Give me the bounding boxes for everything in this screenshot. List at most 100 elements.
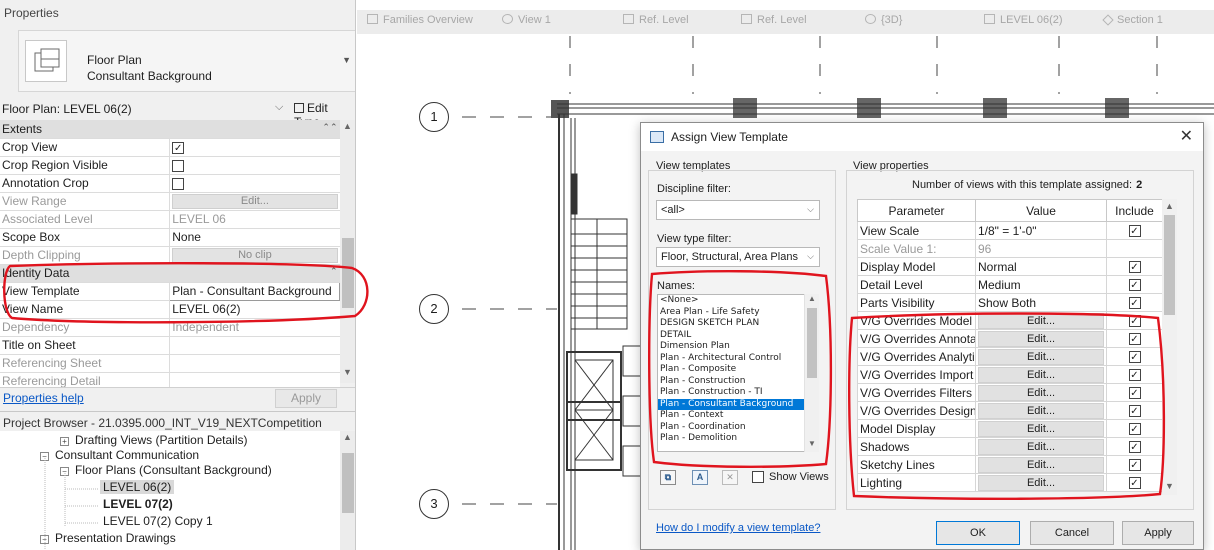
names-listbox[interactable]: <None> Area Plan - Life Safety DESIGN SKET… xyxy=(657,294,819,452)
names-list-item[interactable]: DETAIL xyxy=(658,330,818,342)
grid-bubble-1[interactable]: 1 xyxy=(419,102,449,132)
scroll-thumb[interactable] xyxy=(342,238,354,308)
scroll-up-icon[interactable]: ▲ xyxy=(343,121,352,131)
title-on-sheet-value[interactable] xyxy=(169,336,340,355)
view-property-row[interactable]: V/G Overrides Model Edit... ✓ xyxy=(857,311,1163,330)
edit-button[interactable]: Edit... xyxy=(978,420,1104,437)
edit-button[interactable]: Edit... xyxy=(978,456,1104,473)
include-checkbox[interactable]: ✓ xyxy=(1128,315,1141,328)
names-list-item[interactable]: DESIGN SKETCH PLAN xyxy=(658,318,818,330)
view-property-row[interactable]: View Scale 1/8" = 1'-0" ✓ xyxy=(857,221,1163,240)
group-extents[interactable]: Extents ⌃⌃ xyxy=(0,120,340,139)
discipline-filter-select[interactable]: <all> ⌵ xyxy=(656,200,820,220)
close-icon[interactable]: ✕ xyxy=(1180,126,1193,146)
view-range-edit-button[interactable]: Edit... xyxy=(172,193,338,209)
view-property-row[interactable]: Shadows Edit... ✓ xyxy=(857,437,1163,456)
chevron-down-icon[interactable]: ⌵ xyxy=(275,101,283,114)
instance-selector[interactable]: Floor Plan: LEVEL 06(2) xyxy=(2,102,132,116)
grid-bubble-3[interactable]: 3 xyxy=(419,489,449,519)
scroll-down-icon[interactable]: ▼ xyxy=(343,367,352,377)
parameter-value[interactable]: Show Both xyxy=(978,296,1036,310)
dialog-titlebar[interactable]: Assign View Template ✕ xyxy=(641,123,1203,151)
view-template-button[interactable]: Plan - Consultant Background xyxy=(169,281,340,301)
dropdown-arrow-icon[interactable]: ▼ xyxy=(342,55,351,65)
tab-families-overview[interactable]: Families Overview xyxy=(367,14,473,26)
include-checkbox[interactable]: ✓ xyxy=(1128,387,1141,400)
view-property-row[interactable]: V/G Overrides Import Edit... ✓ xyxy=(857,365,1163,384)
view-properties-scrollbar[interactable]: ▲ ▼ xyxy=(1162,199,1177,495)
names-list-item[interactable]: <None> xyxy=(658,295,818,307)
tab-level-06-2[interactable]: LEVEL 06(2) xyxy=(984,14,1063,26)
include-checkbox[interactable]: ✓ xyxy=(1128,333,1141,346)
include-checkbox[interactable]: ✓ xyxy=(1128,477,1141,490)
view-property-row[interactable]: V/G Overrides Analytic Edit... ✓ xyxy=(857,347,1163,366)
apply-button[interactable]: Apply xyxy=(1122,521,1194,545)
view-property-row[interactable]: Scale Value 1: 96 xyxy=(857,239,1163,258)
scroll-thumb[interactable] xyxy=(807,308,817,378)
view-property-row[interactable]: V/G Overrides Filters Edit... ✓ xyxy=(857,383,1163,402)
include-checkbox[interactable]: ✓ xyxy=(1128,297,1141,310)
names-list-item[interactable]: Plan - Construction xyxy=(658,376,818,388)
view-property-row[interactable]: V/G Overrides Annotati Edit... ✓ xyxy=(857,329,1163,348)
cancel-button[interactable]: Cancel xyxy=(1030,521,1114,545)
crop-region-visible-checkbox[interactable] xyxy=(172,159,185,172)
include-checkbox[interactable]: ✓ xyxy=(1128,369,1141,382)
tab-view-1[interactable]: View 1 xyxy=(502,14,551,26)
edit-button[interactable]: Edit... xyxy=(978,474,1104,491)
annotation-crop-checkbox[interactable] xyxy=(172,177,185,190)
edit-button[interactable]: Edit... xyxy=(978,438,1104,455)
show-views-toggle[interactable]: Show Views xyxy=(752,471,829,484)
parameter-value[interactable]: Normal xyxy=(978,260,1017,274)
view-property-row[interactable]: Detail Level Medium ✓ xyxy=(857,275,1163,294)
names-list-item[interactable]: Plan - Composite xyxy=(658,364,818,376)
view-name-value[interactable]: LEVEL 06(2) xyxy=(169,300,340,319)
properties-scrollbar[interactable]: ▲ ▼ xyxy=(340,120,355,383)
tab-ref-level-1[interactable]: Ref. Level xyxy=(623,14,689,26)
scroll-up-icon[interactable]: ▲ xyxy=(808,294,816,303)
include-checkbox[interactable]: ✓ xyxy=(1128,351,1141,364)
include-checkbox[interactable]: ✓ xyxy=(1128,441,1141,454)
column-header-value[interactable]: Value xyxy=(975,199,1107,222)
tab-3d[interactable]: {3D} xyxy=(865,14,902,26)
include-checkbox[interactable]: ✓ xyxy=(1128,405,1141,418)
scroll-thumb[interactable] xyxy=(1164,215,1175,315)
collapse-icon[interactable]: ⌃⌃ xyxy=(322,122,337,133)
names-scrollbar[interactable]: ▲ ▼ xyxy=(804,294,819,452)
type-selector[interactable]: Floor Plan Consultant Background ▼ xyxy=(18,30,355,92)
names-list-item[interactable]: Dimension Plan xyxy=(658,341,818,353)
group-identity-data[interactable]: Identity Data ⌃ xyxy=(0,264,340,283)
names-list-item[interactable]: Plan - Construction - TI xyxy=(658,387,818,399)
ok-button[interactable]: OK xyxy=(936,521,1020,545)
parameter-value[interactable]: Medium xyxy=(978,278,1021,292)
rename-icon[interactable]: A xyxy=(692,470,708,485)
project-browser-scrollbar[interactable]: ▲ xyxy=(340,431,355,550)
edit-button[interactable]: Edit... xyxy=(978,312,1104,329)
scroll-thumb[interactable] xyxy=(342,453,354,513)
names-list-item[interactable]: Plan - Consultant Background xyxy=(658,398,818,410)
include-checkbox[interactable]: ✓ xyxy=(1128,279,1141,292)
scroll-down-icon[interactable]: ▼ xyxy=(1165,481,1174,491)
scroll-down-icon[interactable]: ▼ xyxy=(808,439,816,448)
edit-button[interactable]: Edit... xyxy=(978,330,1104,347)
edit-button[interactable]: Edit... xyxy=(978,366,1104,383)
crop-view-checkbox[interactable]: ✓ xyxy=(172,141,185,154)
view-property-row[interactable]: V/G Overrides Design Edit... ✓ xyxy=(857,401,1163,420)
scope-box-value[interactable]: None xyxy=(169,228,340,247)
column-header-include[interactable]: Include xyxy=(1106,199,1163,222)
view-property-row[interactable]: Parts Visibility Show Both ✓ xyxy=(857,293,1163,312)
parameter-value[interactable]: 1/8" = 1'-0" xyxy=(978,224,1037,238)
scroll-up-icon[interactable]: ▲ xyxy=(1165,201,1174,211)
properties-apply-button[interactable]: Apply xyxy=(275,389,337,408)
names-list-item[interactable]: Plan - Architectural Control xyxy=(658,353,818,365)
tab-section-1[interactable]: Section 1 xyxy=(1102,14,1163,26)
edit-type-button[interactable]: Edit Type xyxy=(290,99,355,129)
names-list-item[interactable]: Plan - Context xyxy=(658,410,818,422)
tab-ref-level-2[interactable]: Ref. Level xyxy=(741,14,807,26)
modify-template-help-link[interactable]: How do I modify a view template? xyxy=(656,522,820,534)
delete-icon[interactable]: ✕ xyxy=(722,470,738,485)
include-checkbox[interactable]: ✓ xyxy=(1128,225,1141,238)
include-checkbox[interactable]: ✓ xyxy=(1128,261,1141,274)
names-list-item[interactable]: Plan - Coordination xyxy=(658,422,818,434)
view-property-row[interactable]: Lighting Edit... ✓ xyxy=(857,473,1163,492)
view-property-row[interactable]: Display Model Normal ✓ xyxy=(857,257,1163,276)
